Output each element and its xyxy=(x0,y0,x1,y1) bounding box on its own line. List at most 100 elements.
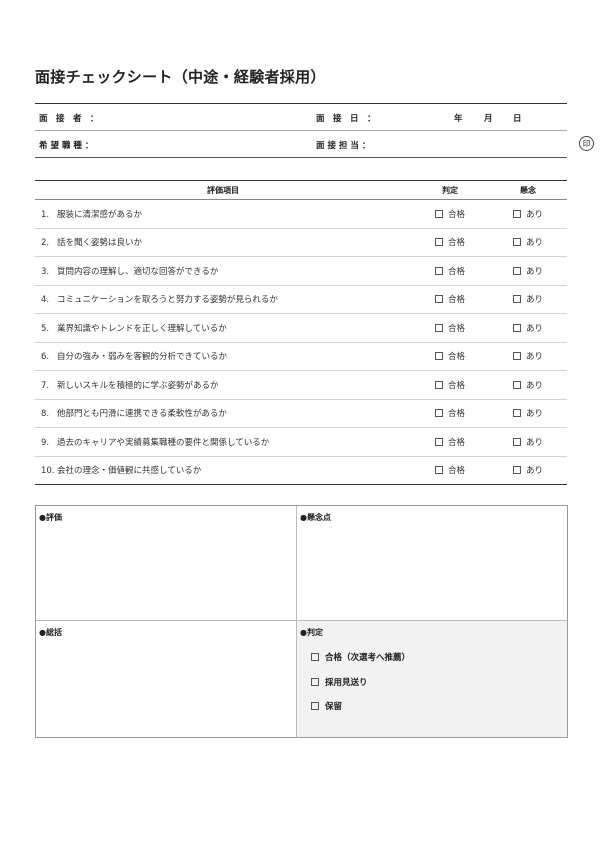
desired-job-label: 希 望 職 種 ： xyxy=(39,141,94,151)
item-number: 5. xyxy=(41,323,50,334)
pass-label: 合格 xyxy=(447,323,465,334)
evaluation-item: 4. コミュニケーションを取ろうと努力する姿勢が見られるか xyxy=(35,285,411,314)
item-number: 2. xyxy=(41,238,50,249)
concern-label: あり xyxy=(525,352,543,363)
checkbox-icon[interactable] xyxy=(512,238,521,247)
judgment-cell: 合格 xyxy=(411,399,489,428)
evaluation-table: 評価項目 判定 懸念 1. 服装に清潔感があるか 合格 あり 2. 話を聞く姿勢は良いか合… xyxy=(35,180,567,485)
item-text: 服装に清潔感があるか xyxy=(57,209,143,220)
evaluation-item: 2. 話を聞く姿勢は良いか xyxy=(35,228,411,257)
decision-option-hold[interactable]: 保留 xyxy=(311,700,410,725)
item-text: 自分の強み・弱みを客観的分析できているか xyxy=(57,352,228,363)
pass-label: 合格 xyxy=(447,238,465,249)
judgment-cell: 合格 xyxy=(411,285,489,314)
concern-cell: あり xyxy=(489,256,567,286)
seal-mark: 印 xyxy=(579,136,594,151)
judgment-cell: 合格 xyxy=(411,342,489,371)
concern-cell: あり xyxy=(489,285,567,314)
checkbox-icon[interactable] xyxy=(512,209,521,218)
checkbox-icon[interactable] xyxy=(434,380,443,389)
evaluation-item: 6. 自分の強み・弱みを客観的分析できているか xyxy=(35,342,411,371)
evaluation-item: 3. 質問内容の理解し、適切な回答ができるか xyxy=(35,256,411,286)
evaluation-table-body: 1. 服装に清潔感があるか 合格 あり 2. 話を聞く姿勢は良いか 合格 あり 3. 質問内容の理… xyxy=(35,199,567,485)
checkbox-icon[interactable] xyxy=(434,352,443,361)
checkbox-icon[interactable] xyxy=(512,466,521,475)
pass-label: 合格 xyxy=(447,380,465,391)
item-number: 1. xyxy=(41,209,50,220)
pass-label: 合格 xyxy=(447,209,465,220)
decision-option-reject[interactable]: 採用見送り xyxy=(311,676,410,701)
checkbox-icon[interactable] xyxy=(512,380,521,389)
pass-label: 合格 xyxy=(447,437,465,448)
checkbox-icon[interactable] xyxy=(434,323,443,332)
decision-option-pass[interactable]: 合格（次選考へ推薦） xyxy=(311,651,410,676)
info-section: 面 接 者 ： 面 接 日 ： 年 月 日 希 望 職 種 ： 面 接 担 当 … xyxy=(35,103,594,158)
concern-label: あり xyxy=(525,380,543,391)
decision-heading: ●判定 xyxy=(300,628,323,637)
table-row: 4. コミュニケーションを取ろうと努力する姿勢が見られるか 合格 あり xyxy=(35,285,567,314)
checkbox-icon[interactable] xyxy=(434,209,443,218)
summary-box[interactable]: ●総括 xyxy=(36,621,297,737)
checkbox-icon[interactable] xyxy=(311,702,319,710)
pass-label: 合格 xyxy=(447,295,465,306)
interviewer-label: 面 接 者 ： xyxy=(39,114,99,124)
item-number: 4. xyxy=(41,295,50,306)
concern-label: あり xyxy=(525,409,543,420)
table-row: 6. 自分の強み・弱みを客観的分析できているか 合格 あり xyxy=(35,342,567,371)
concern-cell: あり xyxy=(489,427,567,457)
decision-options: 合格（次選考へ推薦） 採用見送り 保留 xyxy=(311,651,410,725)
summary-heading: ●総括 xyxy=(39,628,62,637)
concerns-heading: ●懸念点 xyxy=(300,513,331,522)
checkbox-icon[interactable] xyxy=(512,352,521,361)
checkbox-icon[interactable] xyxy=(434,295,443,304)
checkbox-icon[interactable] xyxy=(512,437,521,446)
concern-label: あり xyxy=(525,295,543,306)
concern-cell: あり xyxy=(489,456,567,485)
interview-date-label: 面 接 日 ： xyxy=(316,114,376,124)
table-row: 8. 他部門とも円滑に連携できる柔軟性があるか 合格 あり xyxy=(35,399,567,428)
person-in-charge-label: 面 接 担 当 ： xyxy=(316,141,371,151)
item-number: 6. xyxy=(41,352,50,363)
checkbox-icon[interactable] xyxy=(434,238,443,247)
concern-cell: あり xyxy=(489,370,567,400)
concern-label: あり xyxy=(525,466,543,477)
checkbox-icon[interactable] xyxy=(434,466,443,475)
evaluation-item: 1. 服装に清潔感があるか xyxy=(35,199,411,229)
header-judgment: 判定 xyxy=(411,180,489,200)
checkbox-icon[interactable] xyxy=(434,266,443,275)
table-row: 9. 過去のキャリアや実績募集職種の要件と関係しているか 合格 あり xyxy=(35,427,567,457)
table-row: 10. 会社の理念・価値観に共感しているか 合格 あり xyxy=(35,456,567,485)
pass-label: 合格 xyxy=(447,466,465,477)
info-row-1: 面 接 者 ： 面 接 日 ： 年 月 日 xyxy=(35,104,567,130)
pass-label: 合格 xyxy=(447,266,465,277)
decision-box: ●判定 合格（次選考へ推薦） 採用見送り 保留 xyxy=(297,621,567,737)
evaluation-box[interactable]: ●評価 xyxy=(36,506,297,621)
concern-label: あり xyxy=(525,209,543,220)
checkbox-icon[interactable] xyxy=(434,409,443,418)
table-row: 5. 業界知識やトレンドを正しく理解しているか 合格 あり xyxy=(35,313,567,343)
pass-label: 合格 xyxy=(447,409,465,420)
table-header-row: 評価項目 判定 懸念 xyxy=(35,180,567,200)
concern-label: あり xyxy=(525,238,543,249)
table-row: 1. 服装に清潔感があるか 合格 あり xyxy=(35,199,567,229)
info-row-2: 希 望 職 種 ： 面 接 担 当 ： 印 xyxy=(35,130,594,157)
year-label: 年 xyxy=(454,114,463,124)
item-number: 8. xyxy=(41,409,50,420)
checkbox-icon[interactable] xyxy=(512,295,521,304)
item-number: 9. xyxy=(41,437,50,448)
item-text: コミュニケーションを取ろうと努力する姿勢が見られるか xyxy=(57,295,278,306)
item-text: 会社の理念・価値観に共感しているか xyxy=(57,466,202,477)
checkbox-icon[interactable] xyxy=(512,409,521,418)
concern-cell: あり xyxy=(489,228,567,257)
checkbox-icon[interactable] xyxy=(311,653,319,661)
concerns-box[interactable]: ●懸念点 xyxy=(297,506,567,621)
checkbox-icon[interactable] xyxy=(512,266,521,275)
item-text: 新しいスキルを積極的に学ぶ姿勢があるか xyxy=(57,380,219,391)
checkbox-icon[interactable] xyxy=(434,437,443,446)
checkbox-icon[interactable] xyxy=(512,323,521,332)
page-title: 面接チェックシート（中途・経験者採用） xyxy=(35,68,326,86)
judgment-cell: 合格 xyxy=(411,199,489,229)
judgment-cell: 合格 xyxy=(411,427,489,457)
checkbox-icon[interactable] xyxy=(311,677,319,686)
evaluation-item: 5. 業界知識やトレンドを正しく理解しているか xyxy=(35,313,411,343)
